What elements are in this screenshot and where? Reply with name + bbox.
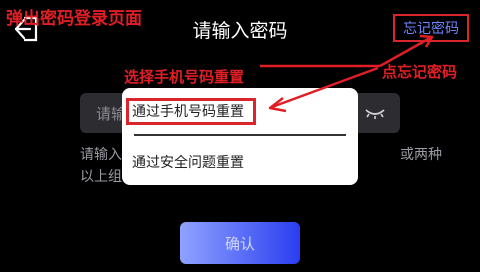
menu-item-security-question-reset[interactable]: 通过安全问题重置 — [132, 152, 244, 172]
confirm-button[interactable]: 确认 — [180, 222, 300, 264]
annotation-popup-login-page: 弹出密码登录页面 — [6, 9, 142, 29]
reset-method-popup: 通过手机号码重置 通过安全问题重置 — [122, 88, 358, 185]
annotation-select-phone-reset: 选择手机号码重置 — [124, 68, 245, 86]
divider — [134, 134, 346, 136]
eye-closed-icon[interactable] — [364, 104, 386, 122]
annotation-click-forgot: 点忘记密码 — [382, 63, 458, 81]
forgot-password-link[interactable]: 忘记密码 — [393, 14, 469, 42]
hint-right: 或两种 — [400, 147, 442, 163]
menu-item-phone-reset[interactable]: 通过手机号码重置 — [132, 101, 244, 121]
